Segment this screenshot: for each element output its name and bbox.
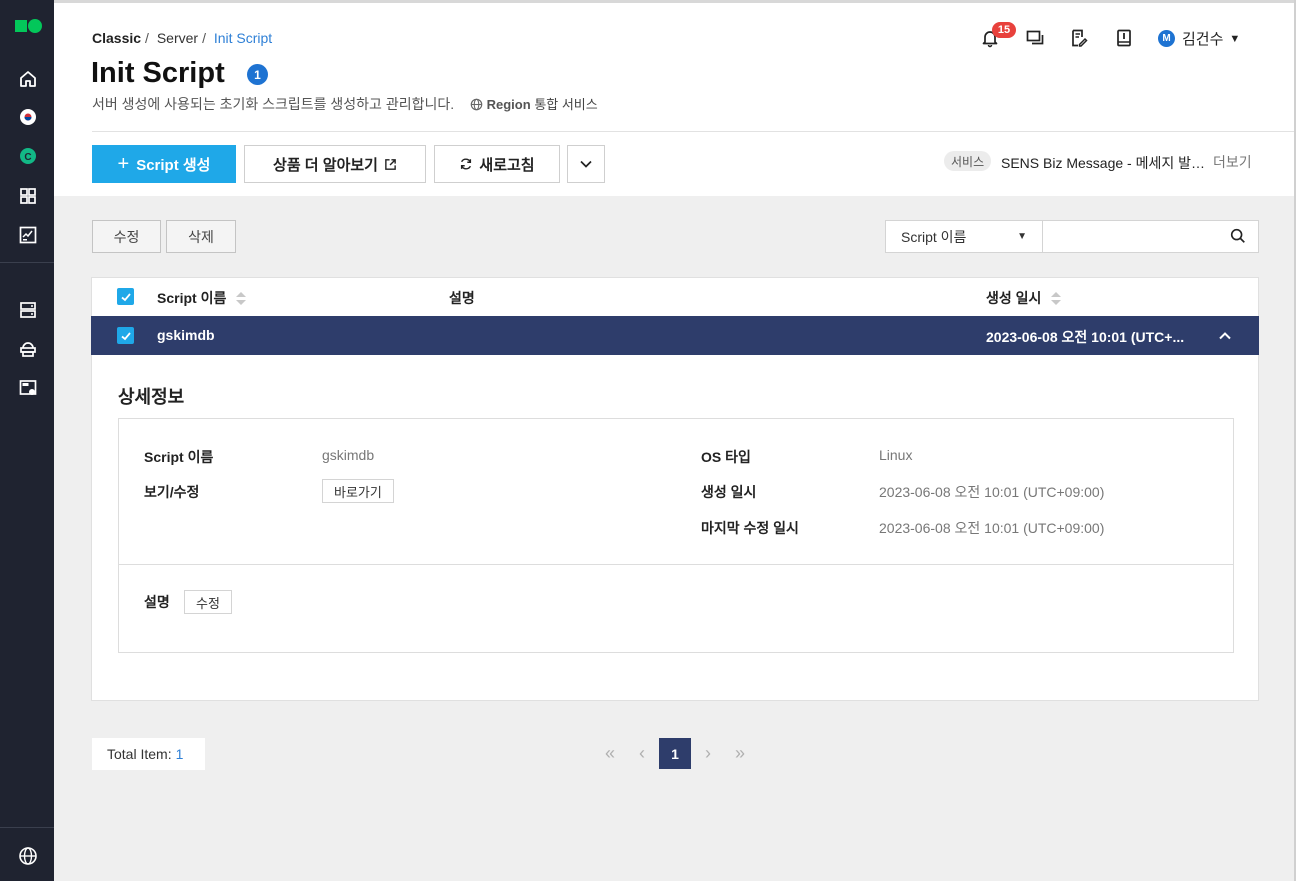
detail-created-value: 2023-06-08 오전 10:01 (UTC+09:00) [879, 484, 1105, 500]
caret-down-icon: ▼ [1017, 231, 1027, 242]
korea-region-icon[interactable] [17, 106, 39, 128]
region-text: 통합 서비스 [534, 97, 598, 112]
external-link-icon [385, 158, 396, 170]
detail-panel: Script 이름 gskimdb 보기/수정 바로가기 OS 타입 Linux… [118, 418, 1234, 653]
sort-icon[interactable] [1051, 292, 1062, 306]
script-table: Script 이름 설명 생성 일시 gskimdb 2023-06-08 오전… [91, 277, 1259, 701]
user-name: 김건수 [1182, 31, 1224, 48]
column-name-header[interactable]: Script 이름 [157, 288, 247, 308]
subtitle-text: 서버 생성에 사용되는 초기화 스크립트를 생성하고 관리합니다. [92, 96, 455, 112]
page-title: Init Script [91, 57, 225, 89]
search-field-select[interactable]: Script 이름 ▼ [885, 220, 1043, 253]
table-row[interactable]: gskimdb 2023-06-08 오전 10:01 (UTC+... [91, 316, 1259, 355]
detail-title: 상세정보 [118, 387, 185, 407]
search-icon[interactable] [1229, 227, 1247, 245]
search-input[interactable] [1042, 220, 1259, 253]
edit-button[interactable]: 수정 [92, 220, 161, 253]
refresh-icon [461, 158, 472, 170]
header-divider [92, 131, 1294, 132]
chevron-up-icon[interactable] [1218, 329, 1232, 343]
column-desc-header: 설명 [449, 290, 475, 306]
region-info: Region 통합 서비스 [470, 97, 598, 112]
go-to-script-button[interactable]: 바로가기 [322, 479, 394, 503]
create-script-label: Script 생성 [136, 156, 211, 174]
home-icon[interactable] [17, 68, 39, 90]
ncloud-logo[interactable] [15, 19, 42, 33]
detail-desc-label: 설명 [144, 594, 170, 610]
prev-page-icon[interactable]: ‹ [627, 738, 657, 769]
check-icon [120, 292, 131, 301]
region-label: Region [486, 97, 531, 112]
row-created: 2023-06-08 오전 10:01 (UTC+... [986, 329, 1185, 345]
detail-divider [119, 564, 1233, 565]
column-created-label: 생성 일시 [986, 290, 1042, 306]
detail-name-value: gskimdb [322, 447, 375, 463]
chevron-down-icon [580, 160, 592, 168]
count-badge: 1 [247, 64, 268, 85]
avatar: M [1158, 30, 1175, 47]
chat-icon[interactable] [1024, 27, 1046, 49]
select-all-checkbox[interactable] [117, 288, 134, 305]
service-more-link[interactable]: 더보기 [1213, 152, 1252, 172]
dashboard-icon[interactable] [17, 224, 39, 246]
plus-icon: + [117, 153, 130, 175]
breadcrumb: Classic / Server / Init Script [92, 30, 273, 46]
refresh-label: 새로고침 [479, 156, 535, 174]
more-dropdown-button[interactable] [567, 145, 605, 183]
breadcrumb-server[interactable]: Server [157, 30, 198, 46]
column-name-label: Script 이름 [157, 290, 227, 306]
row-name: gskimdb [157, 327, 215, 343]
page-subtitle: 서버 생성에 사용되는 초기화 스크립트를 생성하고 관리합니다. Region… [92, 94, 598, 114]
server-icon[interactable] [17, 299, 39, 321]
column-created-header[interactable]: 생성 일시 [986, 288, 1062, 308]
notification-count: 15 [992, 22, 1016, 38]
edit-description-button[interactable]: 수정 [184, 590, 232, 614]
sidebar: C [0, 0, 54, 881]
user-menu[interactable]: M 김건수 ▼ [1158, 28, 1240, 49]
sort-icon[interactable] [236, 292, 247, 306]
learn-more-label: 상품 더 알아보기 [273, 156, 378, 174]
breadcrumb-current: Init Script [213, 30, 273, 46]
breadcrumb-classic[interactable]: Classic [92, 30, 141, 46]
create-script-button[interactable]: + Script 생성 [92, 145, 236, 183]
row-checkbox[interactable] [117, 327, 134, 344]
learn-more-button[interactable]: 상품 더 알아보기 [244, 145, 426, 183]
check-icon [120, 331, 131, 340]
globe-small-icon [470, 98, 483, 111]
page-header: Classic / Server / Init Script Init Script… [54, 3, 1294, 196]
cloud-db-icon[interactable] [17, 338, 39, 360]
memo-icon[interactable] [1068, 27, 1090, 49]
total-value: 1 [175, 746, 184, 762]
delete-button[interactable]: 삭제 [166, 220, 236, 253]
service-notice-text[interactable]: SENS Biz Message - 메세지 발송 기능 안내 [1001, 153, 1213, 173]
globe-icon[interactable] [17, 845, 39, 867]
detail-os-label: OS 타입 [701, 449, 751, 465]
svg-text:C: C [24, 152, 31, 163]
detail-modified-label: 마지막 수정 일시 [701, 520, 799, 536]
detail-os-value: Linux [879, 447, 913, 463]
total-label: Total Item: [107, 746, 172, 762]
detail-modified-value: 2023-06-08 오전 10:01 (UTC+09:00) [879, 520, 1105, 536]
refresh-button[interactable]: 새로고침 [434, 145, 560, 183]
total-items: Total Item: 1 [92, 738, 205, 770]
all-services-icon[interactable] [17, 185, 39, 207]
monitoring-icon[interactable] [17, 377, 39, 399]
detail-created-label: 생성 일시 [701, 484, 757, 500]
detail-view-edit-label: 보기/수정 [144, 484, 200, 500]
service-tag: 서비스 [944, 151, 992, 171]
current-page[interactable]: 1 [659, 738, 691, 769]
next-page-icon[interactable]: › [693, 738, 723, 769]
classic-icon[interactable]: C [17, 145, 39, 167]
last-page-icon[interactable]: » [725, 738, 755, 769]
first-page-icon[interactable]: « [595, 738, 625, 769]
guide-book-icon[interactable] [1113, 27, 1135, 49]
detail-name-label: Script 이름 [144, 449, 214, 465]
search-field-label: Script 이름 [901, 228, 967, 245]
table-header: Script 이름 설명 생성 일시 [92, 278, 1258, 316]
caret-down-icon: ▼ [1229, 32, 1241, 45]
